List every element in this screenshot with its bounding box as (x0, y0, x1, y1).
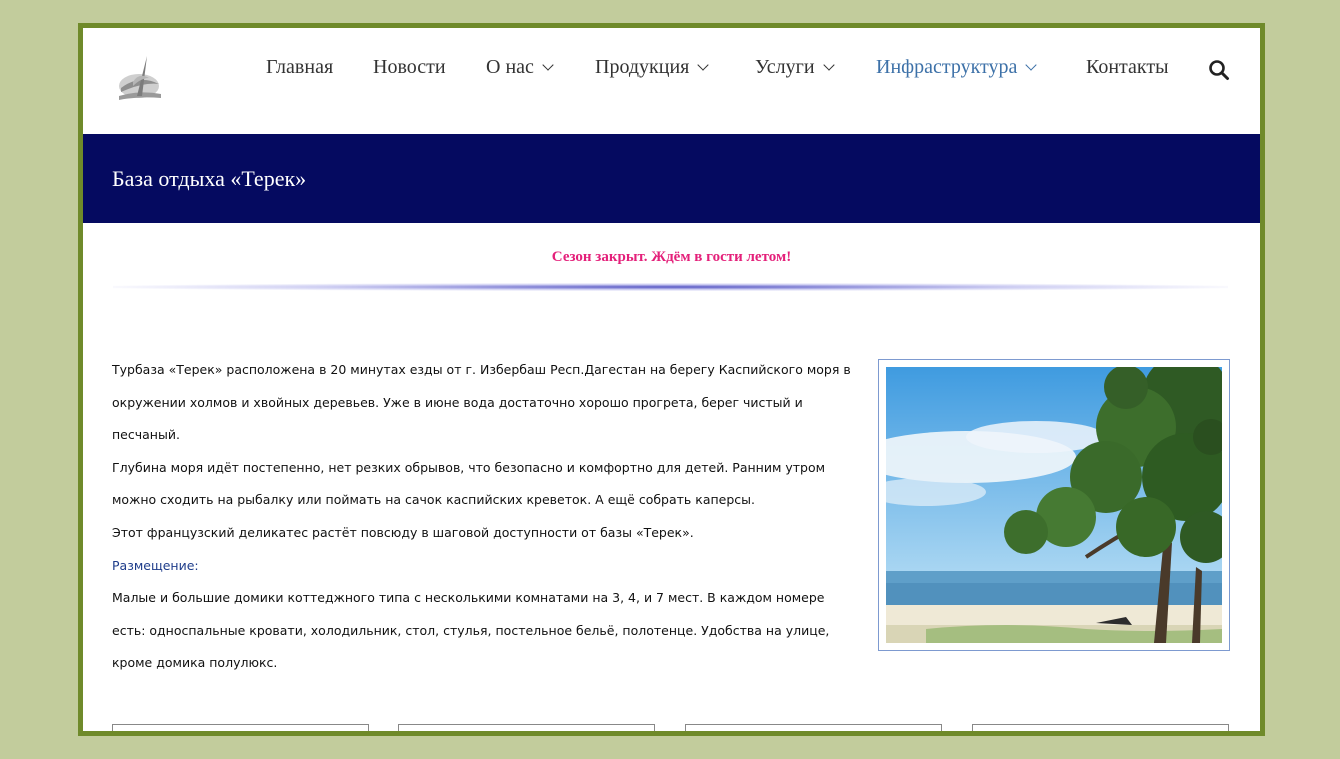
chevron-down-icon (1025, 58, 1038, 71)
nav-item-services[interactable]: Услуги (755, 56, 835, 79)
nav-item-label: О нас (486, 56, 534, 78)
chevron-down-icon (697, 58, 710, 71)
text-line: есть: односпальные кровати, холодильник,… (112, 622, 830, 638)
browser-page-frame: Главная Новости О нас Продукция Услуги И… (78, 23, 1265, 736)
text-line: окружении холмов и хвойных деревьев. Уже… (112, 394, 803, 410)
nav-item-news[interactable]: Новости (373, 56, 446, 79)
season-notice: Сезон закрыт. Ждём в гости летом! (551, 249, 792, 265)
nav-item-infrastructure[interactable]: Инфраструктура (876, 56, 1038, 79)
gallery-card[interactable] (685, 724, 942, 731)
article-text: Турбаза «Терек» расположена в 20 минутах… (112, 362, 872, 688)
site-header: Главная Новости О нас Продукция Услуги И… (83, 28, 1260, 134)
text-line: кроме домика полулюкс. (112, 655, 278, 671)
main-nav: Главная Новости О нас Продукция Услуги И… (83, 28, 1260, 112)
accommodation-heading: Размещение: (112, 557, 199, 573)
nav-item-contacts[interactable]: Контакты (1086, 56, 1169, 79)
chevron-down-icon (542, 58, 554, 71)
nav-item-label: Контакты (1086, 56, 1169, 78)
text-line: Малые и большие домики коттеджного типа … (112, 590, 825, 606)
text-line: Этот французский деликатес растёт повсюд… (112, 524, 694, 540)
nav-item-label: Инфраструктура (876, 56, 1018, 78)
gallery-card[interactable] (972, 724, 1229, 731)
nav-item-products[interactable]: Продукция (595, 56, 710, 79)
gallery-card[interactable] (398, 724, 655, 731)
gallery-card[interactable] (112, 724, 369, 731)
page-title-band: База отдыха «Терек» (83, 134, 1260, 223)
nav-item-label: Новости (373, 56, 446, 78)
nav-item-about[interactable]: О нас (486, 56, 554, 79)
text-line: песчаный. (112, 427, 180, 443)
chevron-down-icon (822, 58, 835, 71)
divider (113, 283, 1228, 291)
beach-photo[interactable] (886, 367, 1222, 643)
nav-item-label: Продукция (595, 56, 690, 78)
page-title: База отдыха «Терек» (112, 166, 307, 191)
text-line: Глубина моря идёт постепенно, нет резких… (112, 459, 826, 475)
nav-item-home[interactable]: Главная (266, 56, 333, 79)
beach-photo-frame[interactable] (878, 359, 1230, 651)
nav-item-label: Услуги (755, 56, 815, 78)
text-line: можно сходить на рыбалку или поймать на … (112, 492, 755, 508)
search-icon[interactable] (1207, 58, 1231, 82)
nav-item-label: Главная (266, 56, 334, 78)
text-line: Турбаза «Терек» расположена в 20 минутах… (112, 362, 851, 377)
